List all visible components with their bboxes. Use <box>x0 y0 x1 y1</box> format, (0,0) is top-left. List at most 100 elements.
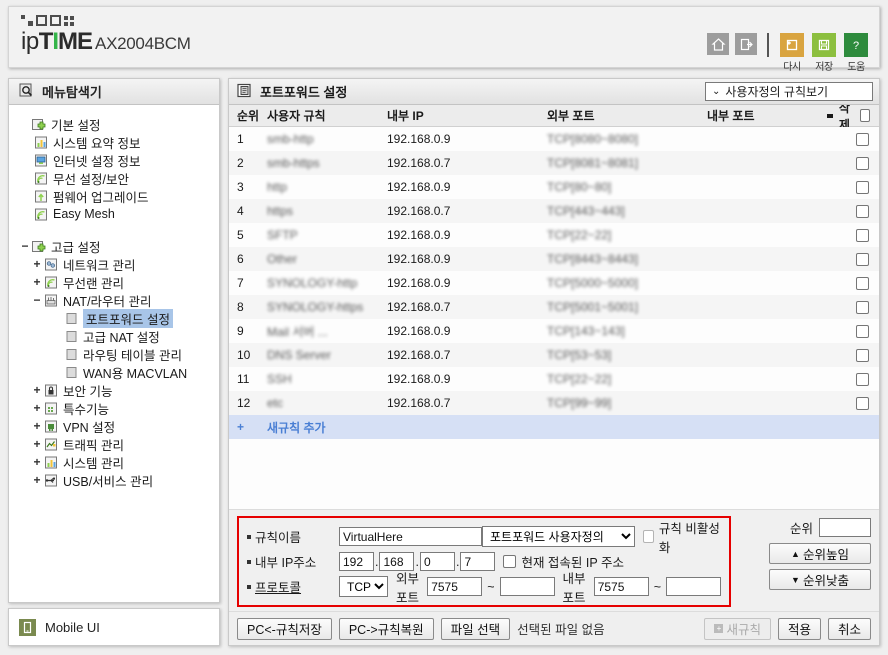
apply-button[interactable]: 적용 <box>777 617 821 640</box>
expander-network[interactable]: + <box>31 257 43 271</box>
rank-down-button[interactable]: ▼ 순위낮춤 <box>769 569 871 590</box>
table-body: 1 smb-http 192.168.0.9 TCP[8080~8080] 2 … <box>229 127 879 509</box>
rank-input[interactable] <box>819 517 871 537</box>
row-checkbox[interactable] <box>856 396 869 410</box>
row-checkbox[interactable] <box>856 300 869 314</box>
save-rules-to-pc-button[interactable]: PC<-규칙저장 <box>237 617 332 640</box>
sidebar-item-network-mgmt[interactable]: + 네트워크 관리 <box>19 255 219 273</box>
table-row[interactable]: 7 SYNOLOGY-http 192.168.0.9 TCP[5000~500… <box>229 271 879 295</box>
mobile-ui-button[interactable]: Mobile UI <box>8 608 220 646</box>
expander-nat[interactable]: − <box>31 293 43 307</box>
sidebar-item-nat-router-mgmt[interactable]: − NAT/라우터 관리 <box>19 291 219 309</box>
sidebar-item-wireless-security[interactable]: 무선 설정/보안 <box>19 169 219 187</box>
external-port-from[interactable] <box>427 577 483 596</box>
add-new-rule-row[interactable]: + 새규칙 추가 <box>229 415 879 439</box>
external-port-range-sep: ~ <box>487 579 495 594</box>
cancel-button[interactable]: 취소 <box>827 617 871 640</box>
expander-security[interactable]: + <box>31 383 43 397</box>
traffic-icon <box>43 437 60 452</box>
current-ip-checkbox[interactable] <box>503 555 517 568</box>
select-all-checkbox[interactable] <box>860 109 871 122</box>
cell-internal-port <box>707 300 827 314</box>
restore-rules-from-pc-button[interactable]: PC->규칙복원 <box>338 617 434 640</box>
rank-up-label: 순위높임 <box>802 548 849 562</box>
expander-vpn[interactable]: + <box>31 419 43 433</box>
panel-header: 포트포워드 설정 ⌄ 사용자정의 규칙보기 <box>229 79 879 105</box>
table-row[interactable]: 3 http 192.168.0.9 TCP[80~80] <box>229 175 879 199</box>
table-row[interactable]: 11 SSH 192.168.0.9 TCP[22~22] <box>229 367 879 391</box>
sidebar-item-system-summary[interactable]: 시스템 요약 정보 <box>19 133 219 151</box>
table-row[interactable]: 4 https 192.168.0.7 TCP[443~443] <box>229 199 879 223</box>
internal-port-to[interactable] <box>666 577 721 596</box>
view-rules-selector[interactable]: ⌄ 사용자정의 규칙보기 <box>705 82 873 101</box>
row-checkbox[interactable] <box>856 132 869 146</box>
disable-rule-control[interactable]: 규칙 비활성화 <box>642 518 722 556</box>
rule-name-input[interactable] <box>339 527 482 546</box>
table-row[interactable]: 1 smb-http 192.168.0.9 TCP[8080~8080] <box>229 127 879 151</box>
logout-icon[interactable] <box>735 33 757 55</box>
table-row[interactable]: 12 etc 192.168.0.7 TCP[99~99] <box>229 391 879 415</box>
row-checkbox[interactable] <box>856 252 869 266</box>
table-row[interactable]: 10 DNS Server 192.168.0.7 TCP[53~53] <box>229 343 879 367</box>
table-row[interactable]: 5 SFTP 192.168.0.9 TCP[22~22] <box>229 223 879 247</box>
table-row[interactable]: 6 Other 192.168.0.9 TCP[8443~8443] <box>229 247 879 271</box>
internal-ip-octet-3[interactable] <box>419 552 455 571</box>
sidebar-item-internet-info[interactable]: 인터넷 설정 정보 <box>19 151 219 169</box>
internal-ip-octet-4[interactable] <box>460 552 496 571</box>
plus-icon: + <box>237 420 245 434</box>
chart-icon <box>33 135 50 150</box>
header-internal-port: 내부 포트 <box>707 109 755 123</box>
sidebar-item-vpn[interactable]: + VPN 설정 <box>19 417 219 435</box>
choose-file-button[interactable]: 파일 선택 <box>440 617 511 640</box>
sidebar-item-security[interactable]: + 보안 기능 <box>19 381 219 399</box>
home-icon[interactable] <box>707 33 729 55</box>
sidebar-item-routing-table[interactable]: 라우팅 테이블 관리 <box>19 345 219 363</box>
sidebar-item-easy-mesh[interactable]: Easy Mesh <box>19 205 219 223</box>
cell-internal-port <box>707 372 827 386</box>
expander-advanced[interactable]: − <box>19 239 31 253</box>
sidebar-item-firmware-upgrade[interactable]: 펌웨어 업그레이드 <box>19 187 219 205</box>
help-button[interactable]: ? 도움 <box>843 33 869 73</box>
expander-wlan[interactable]: + <box>31 275 43 289</box>
rule-mode-select[interactable]: 포트포워드 사용자정의 <box>482 526 635 547</box>
table-row[interactable]: 8 SYNOLOGY-https 192.168.0.7 TCP[5001~50… <box>229 295 879 319</box>
save-button[interactable]: 저장 <box>811 33 837 73</box>
row-checkbox[interactable] <box>856 204 869 218</box>
external-port-to[interactable] <box>499 577 555 596</box>
restart-button[interactable]: 다시 <box>779 33 805 73</box>
row-checkbox[interactable] <box>856 372 869 386</box>
internal-port-from[interactable] <box>593 577 649 596</box>
sidebar-item-wlan-mgmt[interactable]: + 무선랜 관리 <box>19 273 219 291</box>
network-icon <box>43 257 60 272</box>
rank-up-button[interactable]: ▲ 순위높임 <box>769 543 871 564</box>
internal-port-label: 내부 포트 <box>562 571 586 605</box>
protocol-select[interactable]: TCP <box>339 576 388 597</box>
row-checkbox[interactable] <box>856 276 869 290</box>
table-row[interactable]: 9 Mail 서버 ... 192.168.0.9 TCP[143~143] <box>229 319 879 343</box>
row-checkbox[interactable] <box>856 156 869 170</box>
cell-rule-name: https <box>267 204 294 218</box>
sidebar-item-traffic-mgmt[interactable]: + 트래픽 관리 <box>19 435 219 453</box>
sidebar-item-advanced-nat[interactable]: 고급 NAT 설정 <box>19 327 219 345</box>
table-row[interactable]: 2 smb-https 192.168.0.7 TCP[8081~8081] <box>229 151 879 175</box>
sidebar-group-basic[interactable]: 기본 설정 <box>19 115 219 133</box>
sidebar-item-wan-macvlan[interactable]: WAN용 MACVLAN <box>19 363 219 381</box>
row-checkbox[interactable] <box>856 180 869 194</box>
disable-rule-checkbox[interactable] <box>642 530 654 543</box>
row-checkbox[interactable] <box>856 228 869 242</box>
sidebar-item-usb-service[interactable]: + USB/서비스 관리 <box>19 471 219 489</box>
sidebar-item-port-forward[interactable]: 포트포워드 설정 <box>19 308 219 328</box>
sidebar-group-advanced[interactable]: − 고급 설정 <box>19 237 219 255</box>
sidebar-item-wlan-mgmt-label: 무선랜 관리 <box>63 276 124 291</box>
row-checkbox[interactable] <box>856 348 869 362</box>
sidebar-item-special-features[interactable]: + 특수기능 <box>19 399 219 417</box>
new-rule-button[interactable]: + 새규칙 <box>704 617 771 640</box>
expander-traffic[interactable]: + <box>31 437 43 451</box>
rank-label: 순위 <box>789 521 813 536</box>
expander-special[interactable]: + <box>31 401 43 415</box>
expander-system[interactable]: + <box>31 455 43 469</box>
row-checkbox[interactable] <box>856 324 869 338</box>
internal-ip-octet-1[interactable] <box>339 552 374 571</box>
expander-usb[interactable]: + <box>31 473 43 487</box>
sidebar-item-system-mgmt[interactable]: + 시스템 관리 <box>19 453 219 471</box>
